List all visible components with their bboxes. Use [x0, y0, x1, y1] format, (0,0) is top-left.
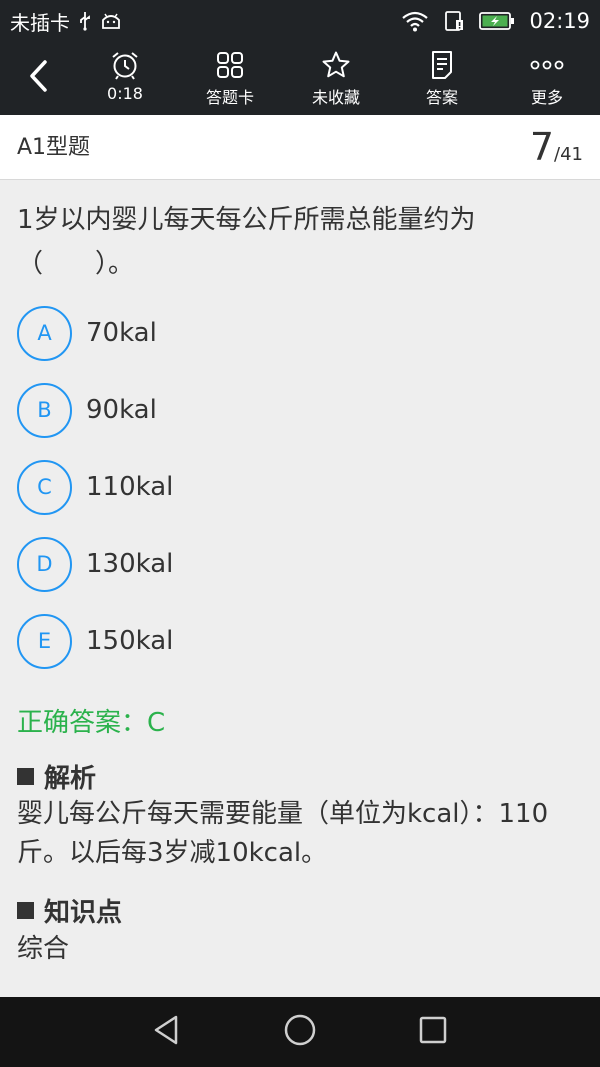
- current-question-number: 7: [529, 125, 555, 169]
- back-button[interactable]: [18, 56, 58, 100]
- answer-card-label: 答题卡: [205, 88, 254, 107]
- knowledge-title: 知识点: [44, 898, 123, 928]
- option-letter: C: [17, 459, 72, 515]
- question-text: 1岁以内婴儿每天每公斤所需总能量约为（ ）。: [17, 205, 476, 279]
- alarm-clock-icon: [110, 48, 140, 82]
- answer-label: 答案: [425, 88, 458, 107]
- clock-text: 02:19: [529, 9, 590, 33]
- option-letter: D: [17, 536, 72, 592]
- option-letter: A: [17, 305, 72, 361]
- timer-button[interactable]: 0:18: [77, 48, 173, 110]
- nav-back-button[interactable]: [136, 1007, 196, 1057]
- question-type: A1型题: [17, 135, 91, 160]
- option-letter: E: [17, 613, 72, 669]
- chevron-left-icon: [27, 59, 49, 97]
- question-header: A1型题 7/41: [0, 115, 600, 180]
- question-counter: 7/41: [530, 125, 583, 169]
- option-text: 150kal: [86, 626, 174, 656]
- favorite-label: 未收藏: [311, 88, 360, 107]
- square-recents-icon: [418, 1015, 448, 1049]
- more-button[interactable]: 更多: [499, 48, 595, 110]
- option-text: 110kal: [86, 472, 174, 502]
- document-icon: [429, 48, 455, 82]
- analysis-body: 婴儿每公斤每天需要能量（单位为kcal）：110斤。以后每3岁减10kcal。: [17, 799, 549, 868]
- knowledge-body: 综合: [17, 934, 70, 964]
- top-toolbar: 0:18 答题卡 未收藏 答案 更多: [0, 42, 600, 115]
- grid-icon: [215, 48, 245, 82]
- star-icon: [321, 48, 351, 82]
- knowledge-heading: 知识点: [17, 892, 122, 929]
- circle-home-icon: [283, 1013, 317, 1051]
- option-c[interactable]: C 110kal: [17, 457, 173, 517]
- carrier-text: 未插卡: [10, 10, 70, 35]
- usb-icon: [78, 11, 92, 31]
- sim-alert-icon: [443, 10, 465, 32]
- wifi-icon: [401, 10, 429, 32]
- square-bullet-icon: [17, 902, 34, 919]
- option-b[interactable]: B 90kal: [17, 380, 157, 440]
- android-debug-icon: [100, 11, 122, 31]
- option-text: 70kal: [86, 318, 157, 348]
- correct-answer: 正确答案：C: [17, 708, 166, 738]
- timer-label: 0:18: [107, 84, 143, 103]
- more-label: 更多: [530, 88, 563, 107]
- analysis-title: 解析: [44, 764, 97, 794]
- option-text: 90kal: [86, 395, 157, 425]
- total-question-count: /41: [554, 144, 583, 165]
- triangle-back-icon: [151, 1014, 181, 1050]
- option-text: 130kal: [86, 549, 174, 579]
- option-letter: B: [17, 382, 72, 438]
- option-d[interactable]: D 130kal: [17, 534, 173, 594]
- nav-recents-button[interactable]: [403, 1007, 463, 1057]
- status-bar: 未插卡 02:19: [0, 0, 600, 42]
- answer-card-button[interactable]: 答题卡: [182, 48, 278, 110]
- answer-button[interactable]: 答案: [394, 48, 490, 110]
- question-content[interactable]: 1岁以内婴儿每天每公斤所需总能量约为（ ）。 A 70kal B 90kal C…: [0, 180, 600, 997]
- option-a[interactable]: A 70kal: [17, 303, 157, 363]
- more-dots-icon: [530, 48, 564, 82]
- favorite-button[interactable]: 未收藏: [288, 48, 384, 110]
- nav-home-button[interactable]: [270, 1007, 330, 1057]
- analysis-heading: 解析: [17, 758, 96, 795]
- battery-charging-icon: [479, 11, 515, 31]
- option-e[interactable]: E 150kal: [17, 611, 173, 671]
- system-nav-bar: [0, 997, 600, 1067]
- square-bullet-icon: [17, 768, 34, 785]
